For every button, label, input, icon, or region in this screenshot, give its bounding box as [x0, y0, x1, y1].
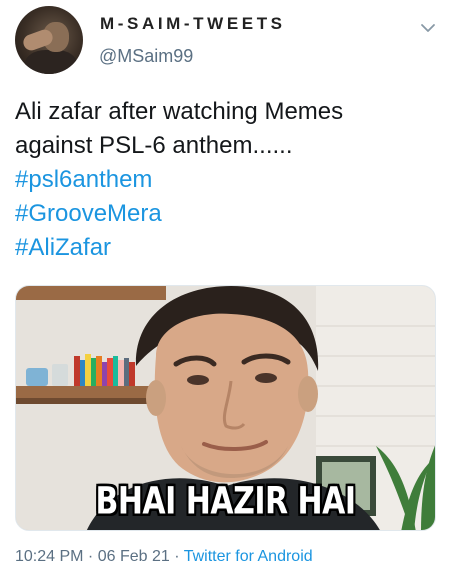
meta-separator: · — [83, 548, 98, 563]
tweet-text-line: against PSL-6 anthem...... — [15, 132, 293, 159]
chevron-down-icon[interactable] — [420, 20, 436, 36]
hashtag-link[interactable]: #GrooveMera — [15, 197, 440, 231]
avatar-body — [25, 50, 77, 74]
tweet-date[interactable]: 06 Feb 21 — [98, 548, 170, 563]
author-display-name[interactable]: M-SAIM-TWEETS — [100, 14, 286, 34]
tweet-meta: 10:24 PM · 06 Feb 21 · Twitter for Andro… — [15, 548, 313, 563]
meme-caption: BHAI HAZIR HAI — [95, 479, 356, 524]
hashtag-link[interactable]: #psl6anthem — [15, 163, 440, 197]
hashtag-link[interactable]: #AliZafar — [15, 231, 440, 265]
meta-separator: · — [169, 548, 184, 563]
tweet-time[interactable]: 10:24 PM — [15, 548, 83, 563]
tweet-media-image[interactable]: BHAI HAZIR HAI — [15, 285, 436, 531]
tweet-source-link[interactable]: Twitter for Android — [184, 548, 313, 563]
author-avatar[interactable] — [15, 6, 83, 74]
author-handle[interactable]: @MSaim99 — [99, 46, 193, 67]
tweet-text: Ali zafar after watching Memes against P… — [15, 95, 440, 265]
tweet: M-SAIM-TWEETS @MSaim99 Ali zafar after w… — [0, 0, 450, 563]
tweet-text-line: Ali zafar after watching Memes — [15, 98, 344, 125]
